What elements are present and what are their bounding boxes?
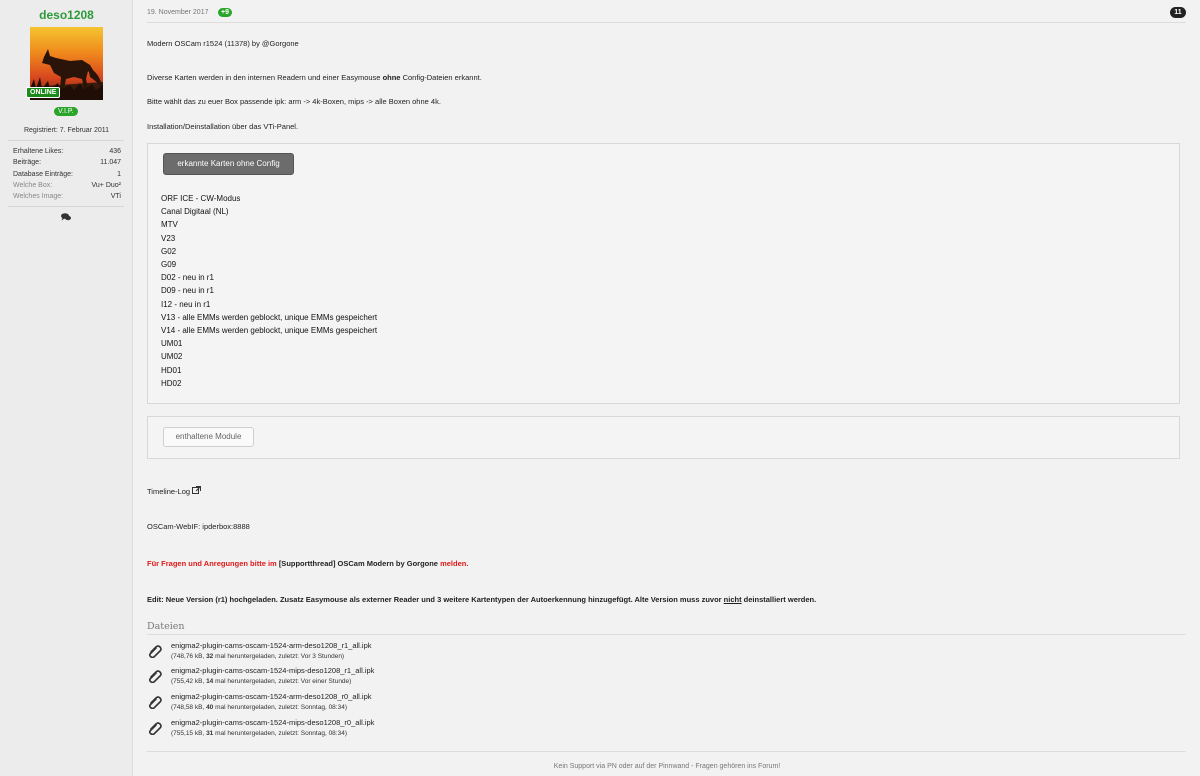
post-content: 19. November 2017 +9 11 Modern OSCam r15…	[134, 0, 1200, 776]
support-note: Für Fragen und Anregungen bitte im [Supp…	[147, 559, 468, 568]
stat-value: 436	[109, 148, 121, 155]
underlined-text: nicht	[723, 595, 742, 604]
list-item: HD01	[161, 365, 182, 375]
attachment-link[interactable]: enigma2-plugin-cams-oscam-1524-arm-deso1…	[171, 692, 372, 701]
author-name[interactable]: deso1208	[0, 8, 133, 22]
list-item: UM02	[161, 352, 183, 362]
like-count-badge[interactable]: +9	[218, 8, 232, 17]
edit-note: Edit: Neue Version (r1) hochgeladen. Zus…	[147, 595, 816, 604]
list-item: MTV	[161, 220, 178, 230]
stat-label: Database Einträge:	[13, 170, 73, 178]
list-item: HD02	[161, 378, 182, 388]
text: Für Fragen und Anregungen bitte im	[147, 559, 279, 568]
stat-row-posts[interactable]: Beiträge: 11.047	[13, 157, 121, 168]
text: melden.	[437, 559, 469, 568]
paperclip-icon	[148, 645, 162, 658]
post-date[interactable]: 19. November 2017	[147, 9, 208, 16]
stat-label: Welche Box:	[13, 181, 53, 189]
text: (748,76 kB,	[171, 653, 207, 660]
rank-badge: V.I.P.	[54, 107, 78, 116]
post-title-line: Modern OSCam r1524 (11378) by @Gorgone	[147, 39, 299, 48]
stat-value: Vu+ Duo²	[91, 181, 121, 189]
text: Edit: Neue Version (r1) hochgeladen. Zus…	[147, 595, 724, 604]
list-item: D09 - neu in r1	[161, 286, 214, 296]
external-link-icon	[192, 486, 202, 494]
card-list: ORF ICE - CW-Modus Canal Digitaal (NL) M…	[161, 192, 377, 390]
stat-value: VTi	[110, 193, 121, 201]
text: mal heruntergeladen, zuletzt: Sonntag, 0…	[213, 704, 347, 711]
attachment-item[interactable]: enigma2-plugin-cams-oscam-1524-mips-deso…	[148, 666, 448, 690]
author-sidebar: deso1208 ONLINE V.I.P. Registriert: 7. F…	[0, 0, 133, 776]
attachment-meta: (755,15 kB, 31 mal heruntergeladen, zule…	[171, 730, 347, 737]
stat-label: Welches Image:	[13, 193, 64, 201]
attachment-item[interactable]: enigma2-plugin-cams-oscam-1524-arm-deso1…	[148, 692, 448, 716]
text: mal heruntergeladen, zuletzt: Vor 3 Stun…	[213, 653, 345, 660]
list-item: Canal Digitaal (NL)	[161, 207, 229, 217]
attachment-link[interactable]: enigma2-plugin-cams-oscam-1524-arm-deso1…	[171, 641, 372, 650]
text: (755,42 kB,	[171, 678, 207, 685]
user-signature: Kein Support via PN oder auf der Pinnwan…	[553, 763, 781, 770]
list-item: V13 - alle EMMs werden geblockt, unique …	[161, 312, 378, 322]
spoiler-toggle-button[interactable]: enthaltene Module	[163, 427, 254, 447]
attachment-meta: (748,76 kB, 32 mal heruntergeladen, zule…	[171, 653, 344, 660]
spoiler-cards: erkannte Karten ohne Config ORF ICE - CW…	[147, 143, 1180, 404]
text: (755,15 kB,	[171, 730, 207, 737]
attachment-meta: (755,42 kB, 14 mal heruntergeladen, zule…	[171, 678, 351, 685]
divider	[147, 22, 1186, 23]
list-item: UM01	[161, 339, 183, 349]
stat-value: 1	[117, 170, 121, 178]
stat-label: Erhaltene Likes:	[13, 148, 64, 155]
text: (748,58 kB,	[171, 704, 207, 711]
stat-row-box: Welche Box: Vu+ Duo²	[13, 180, 121, 191]
paperclip-icon	[148, 670, 162, 683]
divider	[8, 206, 124, 207]
attachment-item[interactable]: enigma2-plugin-cams-oscam-1524-mips-deso…	[148, 718, 448, 742]
attachment-link[interactable]: enigma2-plugin-cams-oscam-1524-mips-deso…	[171, 718, 374, 727]
stat-row-database[interactable]: Database Einträge: 1	[13, 169, 121, 180]
post-number[interactable]: 11	[1170, 7, 1186, 18]
webif-info: OSCam-WebIF: ipderbox:8888	[147, 522, 250, 531]
paperclip-icon	[148, 722, 162, 735]
text: Diverse Karten werden in den internen Re…	[147, 73, 383, 82]
stat-label: Beiträge:	[13, 159, 42, 167]
text: mal heruntergeladen, zuletzt: Sonntag, 0…	[213, 730, 347, 737]
list-item: D02 - neu in r1	[161, 273, 214, 283]
online-badge: ONLINE	[26, 87, 61, 98]
text: mal heruntergeladen, zuletzt: Vor einer …	[213, 678, 352, 685]
support-thread-link[interactable]: [Supportthread] OSCam Modern by Gorgone	[279, 559, 438, 568]
list-item: I12 - neu in r1	[161, 299, 211, 309]
divider	[147, 634, 1186, 635]
list-item: G02	[161, 246, 177, 256]
divider	[147, 751, 1186, 752]
paragraph-install: Installation/Deinstallation über das VTi…	[147, 122, 299, 131]
text: Config-Dateien erkannt.	[400, 73, 482, 82]
link-text: Timeline-Log	[147, 487, 191, 496]
registration-date: Registriert: 7. Februar 2011	[23, 127, 110, 134]
stat-row-image: Welches Image: VTi	[13, 191, 121, 202]
spoiler-toggle-button[interactable]: erkannte Karten ohne Config	[163, 153, 294, 175]
author-stats: Erhaltene Likes: 436 Beiträge: 11.047 Da…	[13, 146, 121, 202]
attachment-meta: (748,58 kB, 40 mal heruntergeladen, zule…	[171, 704, 347, 711]
divider	[8, 140, 124, 141]
list-item: G09	[161, 260, 177, 270]
list-item: ORF ICE - CW-Modus	[161, 194, 241, 203]
stat-value: 11.047	[100, 159, 121, 167]
paperclip-icon	[148, 696, 162, 709]
attachment-link[interactable]: enigma2-plugin-cams-oscam-1524-mips-deso…	[171, 666, 374, 675]
paragraph-ipk: Bitte wählt das zu euer Box passende ipk…	[147, 97, 441, 106]
attachments-title: Dateien	[147, 621, 185, 632]
spoiler-modules: enthaltene Module	[147, 416, 1180, 459]
attachment-item[interactable]: enigma2-plugin-cams-oscam-1524-arm-deso1…	[148, 641, 448, 665]
bold-text: ohne	[382, 73, 401, 82]
paragraph-cards: Diverse Karten werden in den internen Re…	[147, 73, 482, 82]
timeline-log-link[interactable]: Timeline-Log	[147, 486, 202, 496]
list-item: V23	[161, 233, 176, 243]
stat-row-likes[interactable]: Erhaltene Likes: 436	[13, 146, 121, 157]
list-item: V14 - alle EMMs werden geblockt, unique …	[161, 326, 378, 336]
comments-icon[interactable]	[61, 213, 71, 221]
text: deinstalliert werden.	[741, 595, 817, 604]
